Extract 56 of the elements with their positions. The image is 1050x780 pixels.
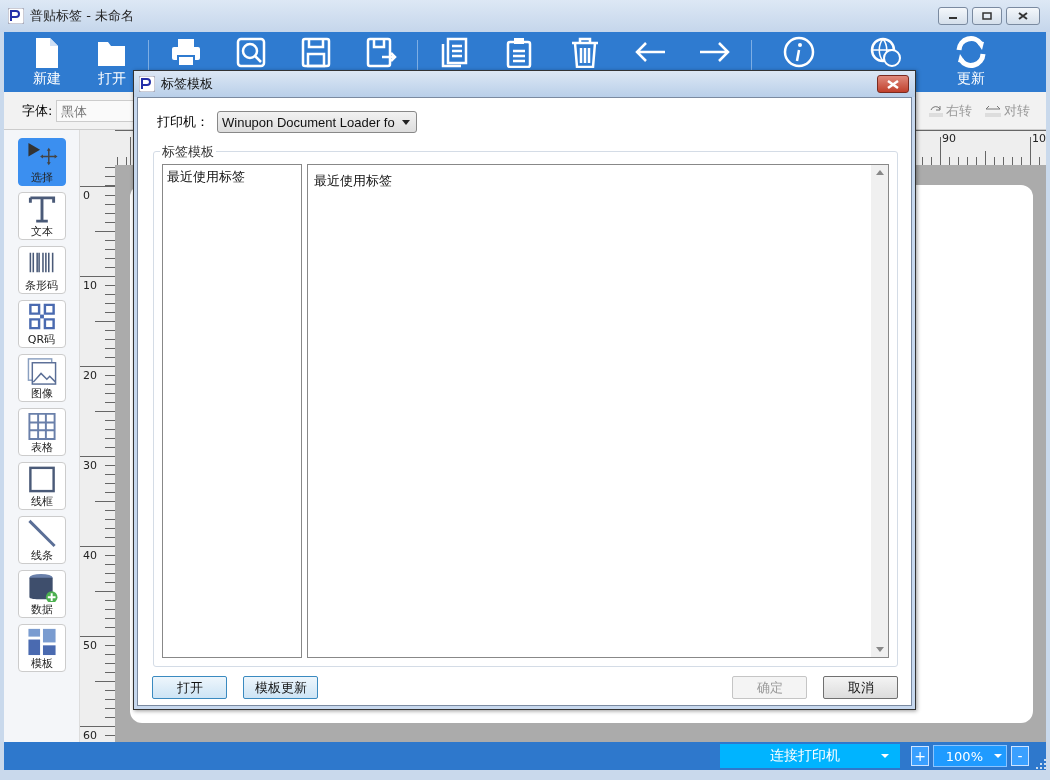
printer-name: Winupon Document Loader fo	[222, 114, 395, 130]
folder-button[interactable]: 打开	[79, 33, 144, 91]
dialog-title: 标签模板	[161, 75, 213, 93]
template-pane-title: 最近使用标签	[313, 172, 393, 190]
printer-label: 连接打印机	[770, 747, 840, 765]
tool-button[interactable]: 模板	[17, 624, 66, 672]
rotate-180-icon	[984, 103, 1002, 118]
dropdown-arrow-icon	[993, 753, 1003, 759]
ruler-label: 10	[1032, 132, 1046, 145]
info-icon	[782, 36, 816, 68]
ruler-label: 50	[83, 639, 97, 652]
document-button[interactable]: 新建	[14, 33, 79, 91]
ruler-label: 90	[942, 132, 956, 145]
tool-button[interactable]: 表格	[17, 408, 66, 456]
dropdown-arrow-icon	[880, 753, 890, 759]
window-title: 普贴标签 - 未命名	[30, 7, 134, 25]
language-icon	[868, 36, 902, 68]
category-item[interactable]: 最近使用标签	[167, 167, 297, 187]
font-label: 字体:	[22, 101, 53, 120]
tool-button[interactable]: 线框	[17, 462, 66, 510]
maximize-button[interactable]	[972, 7, 1002, 25]
refresh-icon	[954, 36, 988, 68]
ruler-label: 20	[83, 369, 97, 382]
group-title: 标签模板	[160, 143, 216, 161]
refresh-button[interactable]: 更新	[928, 33, 1014, 91]
cancel-button[interactable]: 取消	[823, 676, 898, 699]
rotate-90-icon	[928, 103, 944, 118]
close-button[interactable]	[1006, 7, 1040, 25]
tool-button[interactable]: 文本	[17, 192, 66, 240]
printer-label: 打印机：	[157, 113, 209, 131]
app-logo-icon	[8, 8, 24, 24]
minimize-button[interactable]	[938, 7, 968, 25]
ruler-label: 30	[83, 459, 97, 472]
tool-button[interactable]: 数据	[17, 570, 66, 618]
tool-button[interactable]: 选择	[17, 138, 66, 186]
open-button[interactable]: 打开	[152, 676, 227, 699]
ruler-label: 60	[83, 729, 97, 742]
close-icon	[887, 79, 899, 89]
tool-button[interactable]: 线条	[17, 516, 66, 564]
printer-select[interactable]: Winupon Document Loader fo	[217, 111, 417, 133]
ruler-label: 10	[83, 279, 97, 292]
close-button[interactable]	[877, 75, 909, 93]
close-icon	[1018, 12, 1028, 20]
tool-button[interactable]: 条形码	[17, 246, 66, 294]
scrollbar[interactable]	[871, 165, 888, 657]
tool-button[interactable]: 图像	[17, 354, 66, 402]
scroll-down-icon	[875, 647, 884, 652]
resize-grip-icon	[1036, 759, 1046, 769]
ruler-label: 40	[83, 549, 97, 562]
app-logo-icon	[139, 76, 155, 92]
restore-icon	[982, 12, 992, 20]
ruler-label: 0	[83, 189, 90, 202]
update-button[interactable]: 模板更新	[243, 676, 318, 699]
scroll-up-icon	[875, 170, 884, 175]
dropdown-arrow-icon	[402, 119, 410, 125]
tool-button[interactable]: QR码	[17, 300, 66, 348]
